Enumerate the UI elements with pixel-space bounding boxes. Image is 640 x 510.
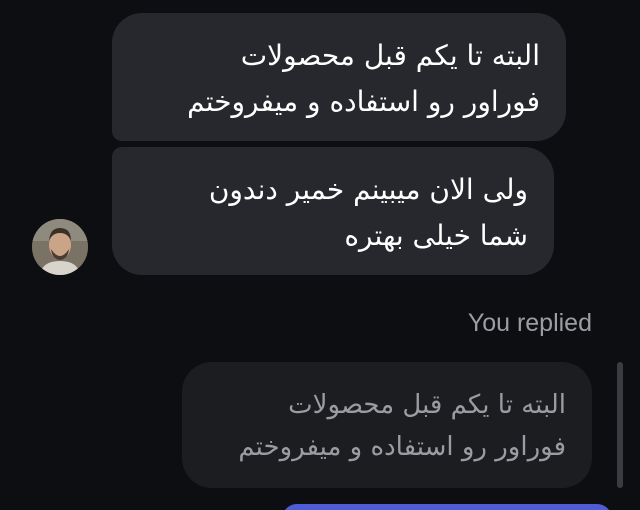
message-text-line: البته تا یکم قبل محصولات <box>240 39 540 72</box>
quoted-reply-bubble[interactable]: البته تا یکم قبل محصولات فوراور رو استفا… <box>182 362 592 488</box>
incoming-message-bubble[interactable]: ولی الان میبینم خمیر دندون شما خیلی بهتر… <box>112 147 554 275</box>
you-replied-label: You replied <box>467 309 592 337</box>
message-text-line: فوراور رو استفاده و میفروختم <box>187 85 540 118</box>
quoted-text-line: البته تا یکم قبل محصولات <box>288 390 566 420</box>
reply-indicator-bar <box>617 362 623 488</box>
message-text-line: ولی الان میبینم خمیر دندون <box>208 173 528 206</box>
sender-avatar[interactable] <box>32 219 88 275</box>
message-text-line: شما خیلی بهتره <box>344 219 528 252</box>
avatar-photo-icon <box>32 219 88 275</box>
quoted-text-line: فوراور رو استفاده و میفروختم <box>238 432 566 462</box>
outgoing-message-bubble[interactable] <box>282 504 612 510</box>
incoming-message-bubble[interactable]: البته تا یکم قبل محصولات فوراور رو استفا… <box>112 13 566 141</box>
